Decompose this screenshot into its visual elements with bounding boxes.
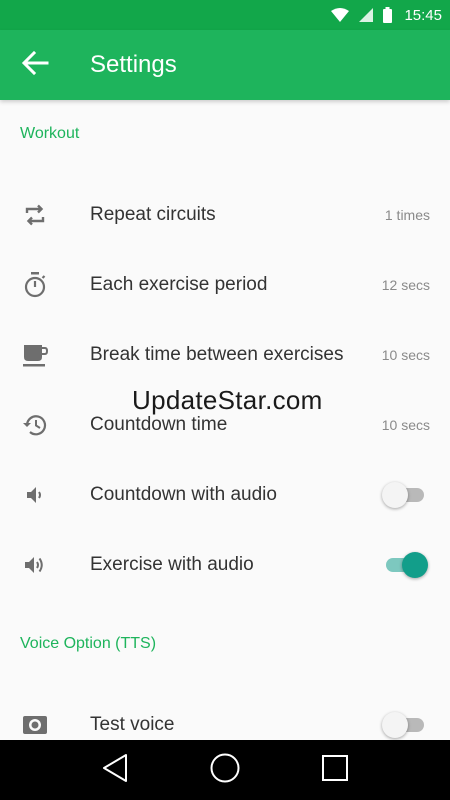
setting-exercise-period[interactable]: Each exercise period 12 secs — [0, 250, 450, 320]
toggle-thumb — [382, 712, 408, 738]
section-header-voice: Voice Option (TTS) — [20, 635, 157, 652]
settings-list: Workout Repeat circuits 1 times Each exe… — [0, 100, 450, 740]
setting-countdown-audio[interactable]: Countdown with audio — [0, 460, 450, 530]
toggle-thumb — [402, 552, 428, 578]
setting-label: Countdown with audio — [90, 484, 277, 505]
countdown-audio-toggle[interactable] — [382, 481, 428, 509]
home-circle-icon — [209, 752, 241, 789]
nav-recents-button[interactable] — [315, 750, 355, 790]
setting-value: 12 secs — [381, 277, 430, 293]
coffee-cup-icon — [20, 340, 50, 370]
setting-label: Exercise with audio — [90, 554, 254, 575]
exercise-audio-toggle[interactable] — [382, 551, 428, 579]
app-bar: Settings — [0, 30, 450, 100]
setting-label: Countdown time — [90, 414, 228, 435]
section-header-workout: Workout — [20, 125, 80, 142]
status-time: 15:45 — [404, 6, 442, 24]
wifi-icon — [331, 8, 350, 22]
setting-countdown-time[interactable]: Countdown time 10 secs — [0, 390, 450, 460]
nav-back-button[interactable] — [95, 750, 135, 790]
setting-label: Each exercise period — [90, 274, 268, 295]
speaker-icon — [20, 710, 50, 740]
test-voice-toggle[interactable] — [382, 711, 428, 739]
system-nav-bar — [0, 740, 450, 800]
setting-value: 10 secs — [381, 417, 430, 433]
arrow-left-icon — [21, 50, 49, 80]
setting-label: Test voice — [90, 714, 175, 735]
recents-square-icon — [321, 754, 349, 787]
setting-label: Repeat circuits — [90, 204, 216, 225]
back-button[interactable] — [0, 30, 70, 100]
stopwatch-icon — [20, 270, 50, 300]
cell-signal-icon — [359, 8, 374, 22]
page-title: Settings — [90, 51, 177, 78]
setting-repeat-circuits[interactable]: Repeat circuits 1 times — [0, 180, 450, 250]
repeat-icon — [20, 200, 50, 230]
setting-test-voice[interactable]: Test voice — [0, 690, 450, 740]
setting-exercise-audio[interactable]: Exercise with audio — [0, 530, 450, 600]
setting-value: 10 secs — [381, 347, 430, 363]
setting-value: 1 times — [384, 207, 430, 223]
history-icon — [20, 410, 50, 440]
volume-low-icon — [20, 480, 50, 510]
setting-break-time[interactable]: Break time between exercises 10 secs — [0, 320, 450, 390]
nav-home-button[interactable] — [205, 750, 245, 790]
volume-high-icon — [20, 550, 50, 580]
back-triangle-icon — [101, 753, 129, 788]
status-bar: 15:45 — [0, 0, 450, 30]
setting-label: Break time between exercises — [90, 344, 344, 365]
toggle-thumb — [382, 482, 408, 508]
battery-icon — [383, 7, 393, 23]
